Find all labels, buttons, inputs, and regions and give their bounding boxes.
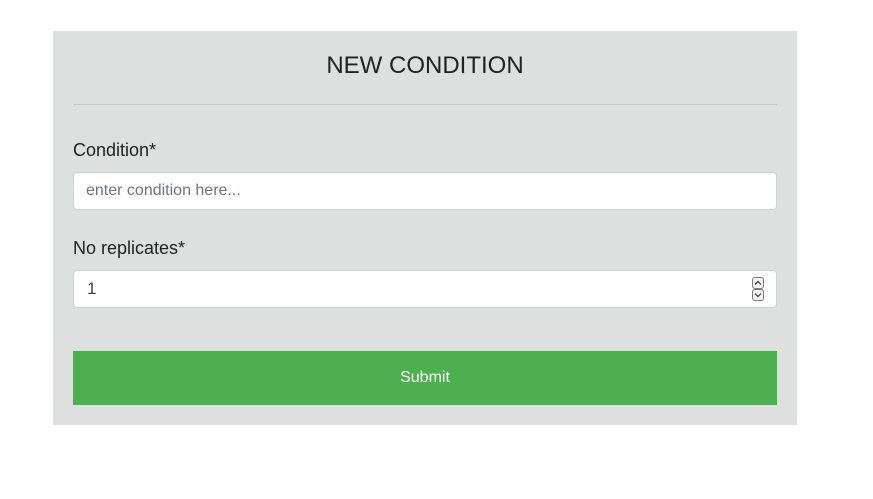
condition-label: Condition* [73,140,157,160]
form-title: NEW CONDITION [326,52,524,79]
title-divider [73,104,777,105]
condition-input[interactable] [73,172,777,210]
chevron-up-icon[interactable] [752,277,764,289]
replicates-spinner[interactable] [752,277,764,301]
submit-button[interactable]: Submit [73,351,777,405]
new-condition-form: NEW CONDITION Condition* No replicates* … [53,31,797,425]
replicates-label: No replicates* [73,238,186,258]
chevron-down-icon[interactable] [752,289,764,301]
replicates-value[interactable]: 1 [87,271,96,307]
replicates-input[interactable]: 1 [73,270,777,308]
